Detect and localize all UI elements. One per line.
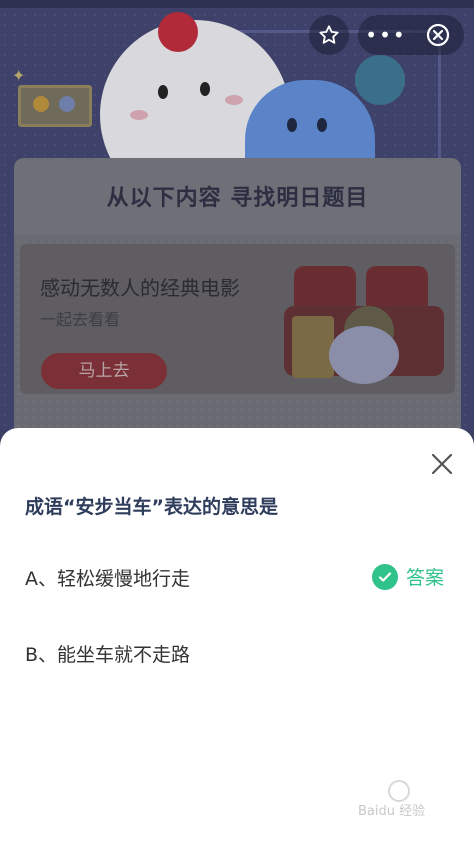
check-circle-icon [372,563,398,590]
sheet-close-button[interactable] [428,450,456,478]
mini-program-capsule: ••• [358,15,464,55]
favorite-button[interactable] [309,15,349,55]
mascot-eye [158,85,168,99]
chicken-comb [158,12,198,52]
mascot-cheek [225,95,243,105]
option-b[interactable]: B、能坐车就不走路 [25,640,190,667]
mascot-cheek [130,110,148,120]
sparkle-icon: ✦ [12,66,26,85]
go-button[interactable]: 马上去 [41,353,167,389]
mascot-with-glasses [329,326,399,384]
close-button[interactable] [414,23,462,47]
promo-subtitle: 一起去看看 [40,310,121,329]
content-card: 从以下内容 寻找明日题目 感动无数人的经典电影 一起去看看 马上去 [14,158,461,448]
watermark: Baidu 经验 [358,804,426,819]
close-icon [431,453,453,475]
promo-title: 感动无数人的经典电影 [40,276,240,300]
status-strip [0,0,474,8]
medal-icon [59,96,75,112]
question-text: 成语“安步当车”表达的意思是 [25,496,278,518]
mascot-eye [287,118,297,132]
baidu-paw-icon [388,780,410,802]
star-icon [319,25,339,44]
option-a[interactable]: A、轻松缓慢地行走 [25,564,190,591]
answer-sheet: 成语“安步当车”表达的意思是 A、轻松缓慢地行走 答案 B、能坐车就不走路 Ba… [0,428,474,854]
card-title: 从以下内容 寻找明日题目 [106,186,369,211]
medal-icon [33,96,49,112]
cinema-illustration [274,266,449,391]
mascot-eye [200,82,210,96]
mascot-eye [317,118,327,132]
close-circle-icon [426,23,450,47]
planet-illustration [355,55,405,105]
more-icon: ••• [365,23,407,47]
answer-badge: 答案 [372,563,444,590]
popcorn-icon [292,316,334,378]
answer-label: 答案 [406,567,445,589]
award-frame [18,85,92,127]
more-button[interactable]: ••• [358,15,414,55]
